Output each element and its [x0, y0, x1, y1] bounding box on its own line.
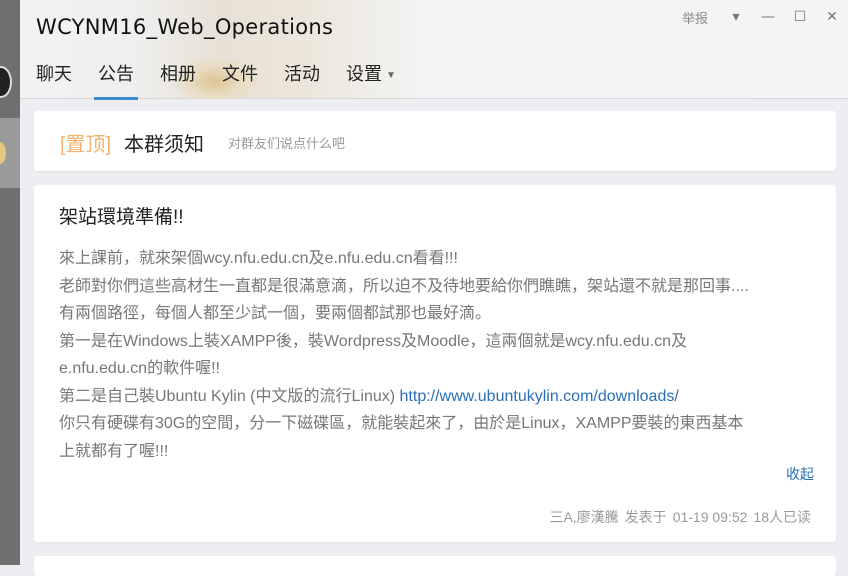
left-sidebar-strip — [0, 0, 20, 565]
tab-files[interactable]: 文件 — [222, 60, 258, 98]
post-line: 老師對你們這些高材生一直都是很滿意滴，所以迫不及待地要給你們瞧瞧，架站還不就是那… — [59, 277, 749, 295]
notice-tip: 对群友们说点什么吧 — [228, 136, 346, 151]
chevron-down-icon[interactable]: ▾ — [720, 9, 752, 25]
group-title: WCYNM16_Web_Operations — [36, 15, 334, 39]
group-header: WCYNM16_Web_Operations 举报 ▾ — ☐ ✕ 聊天 公告 … — [20, 0, 848, 100]
collapse-link[interactable]: 收起 — [786, 464, 814, 484]
tab-chat[interactable]: 聊天 — [36, 60, 72, 98]
contact-avatar[interactable] — [0, 66, 12, 98]
post-line: 有兩個路徑，每個人都至少試一個，要兩個都試那也最好滴。 — [59, 305, 492, 322]
report-button[interactable]: 举报 — [682, 8, 708, 27]
pinned-notice-bar[interactable]: [置顶] 本群须知 对群友们说点什么吧 — [34, 111, 836, 171]
maximize-icon[interactable]: ☐ — [784, 9, 816, 25]
post-body: 來上課前，就來架個wcy.nfu.edu.cn及e.nfu.edu.cn看看!!… — [59, 245, 819, 465]
minimize-icon[interactable]: — — [752, 9, 784, 25]
post-line: 第一是在Windows上裝XAMPP後，裝Wordpress及Moodle，這兩… — [59, 332, 688, 350]
post-line: 上就都有了喔!!! — [59, 442, 169, 460]
posted-label: 发表于 — [624, 509, 667, 525]
post-datetime: 01-19 09:52 — [672, 509, 748, 525]
tab-activities[interactable]: 活动 — [284, 60, 320, 98]
tab-album[interactable]: 相册 — [160, 60, 196, 98]
next-post-card — [34, 556, 836, 576]
post-line: 來上課前，就來架個wcy.nfu.edu.cn及e.nfu.edu.cn看看!!… — [59, 250, 458, 267]
announcement-post: 架站環境準備!! 來上課前，就來架個wcy.nfu.edu.cn及e.nfu.e… — [34, 185, 836, 542]
post-line: 第二是自己裝Ubuntu Kylin (中文版的流行Linux) http://… — [59, 383, 819, 411]
notice-title: 本群须知 — [124, 134, 204, 156]
window-controls: 举报 ▾ — ☐ ✕ — [682, 0, 848, 34]
tab-announcement[interactable]: 公告 — [94, 60, 138, 100]
pinned-label: [置顶] — [60, 134, 112, 156]
post-author[interactable]: 三A,廖漢騰 — [549, 509, 618, 525]
post-line: e.nfu.edu.cn的軟件喔!! — [59, 360, 220, 377]
tab-settings-label: 设置 — [346, 64, 382, 84]
group-avatar — [0, 142, 6, 164]
tab-settings[interactable]: 设置 ▼ — [346, 60, 396, 98]
caret-down-icon: ▼ — [386, 69, 396, 81]
post-line: 你只有硬碟有30G的空間，分一下磁碟區，就能裝起來了，由於是Linux，XAMP… — [59, 415, 744, 432]
post-title: 架站環境準備!! — [59, 207, 184, 228]
ubuntukylin-link[interactable]: http://www.ubuntukylin.com/downloads/ — [400, 388, 679, 405]
read-count[interactable]: 18人已读 — [753, 509, 811, 525]
group-tabs: 聊天 公告 相册 文件 活动 设置 ▼ — [36, 60, 422, 100]
post-line-text: 第二是自己裝Ubuntu Kylin (中文版的流行Linux) — [59, 387, 400, 405]
close-icon[interactable]: ✕ — [816, 9, 848, 25]
post-meta: 三A,廖漢騰 发表于 01-19 09:52 18人已读 — [543, 507, 811, 527]
selected-group-item[interactable] — [0, 118, 20, 188]
